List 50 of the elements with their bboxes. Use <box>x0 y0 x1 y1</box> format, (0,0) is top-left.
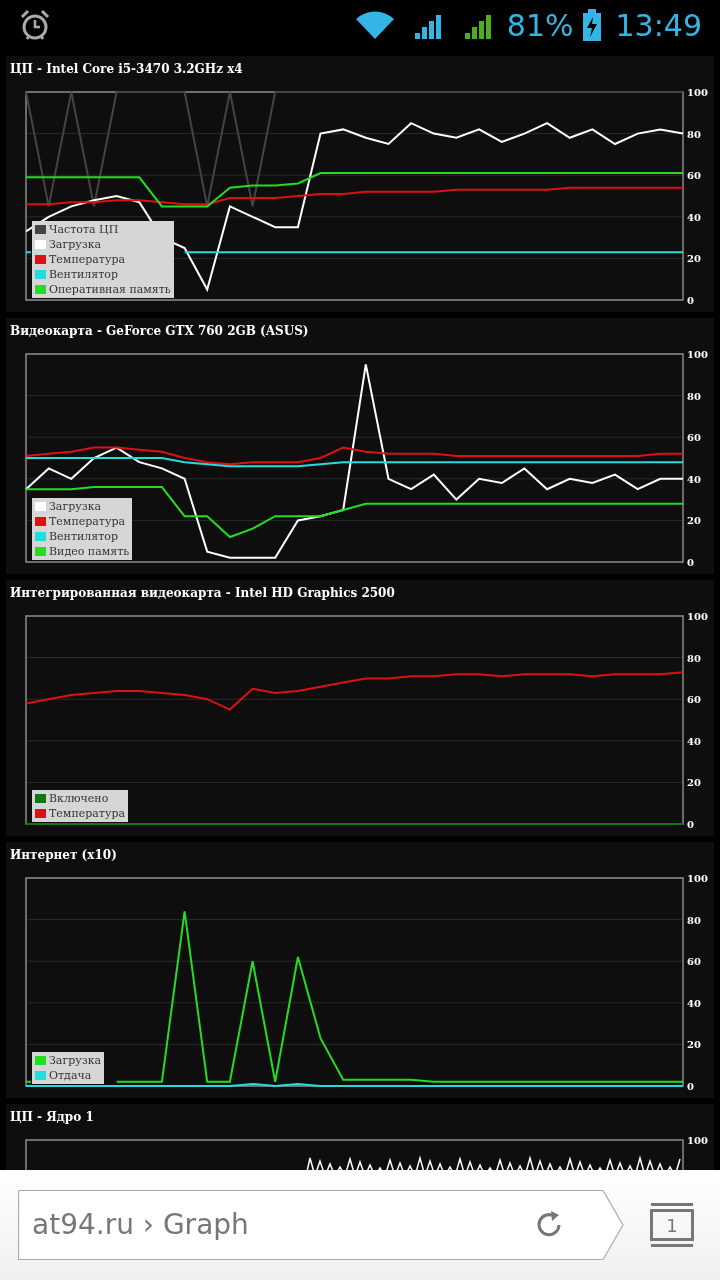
axis-tick-label: 0 <box>687 1081 694 1092</box>
axis-tick-label: 20 <box>687 253 701 265</box>
legend-label: Вентилятор <box>49 531 119 542</box>
axis-tick-label: 100 <box>687 612 708 622</box>
axis-tick-label: 20 <box>687 1039 701 1051</box>
chart-title: Видеокарта - GeForce GTX 760 2GB (ASUS) <box>9 323 310 340</box>
legend-label: Оперативная память <box>49 284 171 295</box>
axis-tick-label: 40 <box>687 211 701 223</box>
axis-tick-label: 60 <box>687 432 701 444</box>
axis-tick-label: 60 <box>687 694 701 706</box>
chart-title: ЦП - Intel Core i5-3470 3.2GHz x4 <box>9 61 244 78</box>
axis-tick-label: 80 <box>687 390 701 402</box>
axis-tick-label: 100 <box>687 1136 708 1146</box>
legend-label: Включено <box>49 793 109 804</box>
axis-tick-label: 20 <box>687 777 701 789</box>
legend-label: Температура <box>49 254 125 265</box>
url-text: at94.ru › Graph <box>32 1207 250 1243</box>
legend-label: Температура <box>49 516 125 527</box>
axis-tick-label: 40 <box>687 735 701 747</box>
legend-label: Отдача <box>49 1070 92 1081</box>
battery-percent: 81% <box>506 6 574 45</box>
legend-label: Видео память <box>49 546 130 557</box>
legend-label: Вентилятор <box>49 269 119 280</box>
axis-tick-label: 80 <box>687 914 701 926</box>
chart-title: Интернет (x10) <box>9 847 118 864</box>
axis-tick-label: 80 <box>687 128 701 140</box>
legend-label: Частота ЦП <box>49 224 119 235</box>
axis-tick-label: 100 <box>687 350 708 360</box>
chart-title: Интегрированная видеокарта - Intel HD Graphics 2500 <box>9 585 396 602</box>
axis-tick-label: 0 <box>687 557 694 568</box>
wifi-icon <box>354 10 395 40</box>
address-bar[interactable]: at94.ru › Graph <box>18 1190 624 1260</box>
axis-tick-label: 100 <box>687 874 708 884</box>
clock-time: 13:49 <box>615 6 702 45</box>
legend-label: Загрузка <box>49 239 102 250</box>
legend-label: Температура <box>49 808 125 819</box>
legend-label: Загрузка <box>49 1055 102 1066</box>
axis-tick-label: 60 <box>687 170 701 182</box>
axis-tick-label: 0 <box>687 819 694 830</box>
axis-tick-label: 40 <box>687 473 701 485</box>
axis-tick-label: 40 <box>687 997 701 1009</box>
axis-tick-label: 80 <box>687 652 701 664</box>
chart-title: ЦП - Ядро 1 <box>9 1109 95 1126</box>
axis-tick-label: 20 <box>687 515 701 527</box>
axis-tick-label: 60 <box>687 956 701 968</box>
legend-label: Загрузка <box>49 501 102 512</box>
battery-charging-icon <box>581 9 602 41</box>
axis-tick-label: 0 <box>687 295 694 306</box>
axis-tick-label: 100 <box>687 88 708 98</box>
alarm-clock-icon <box>18 8 52 42</box>
